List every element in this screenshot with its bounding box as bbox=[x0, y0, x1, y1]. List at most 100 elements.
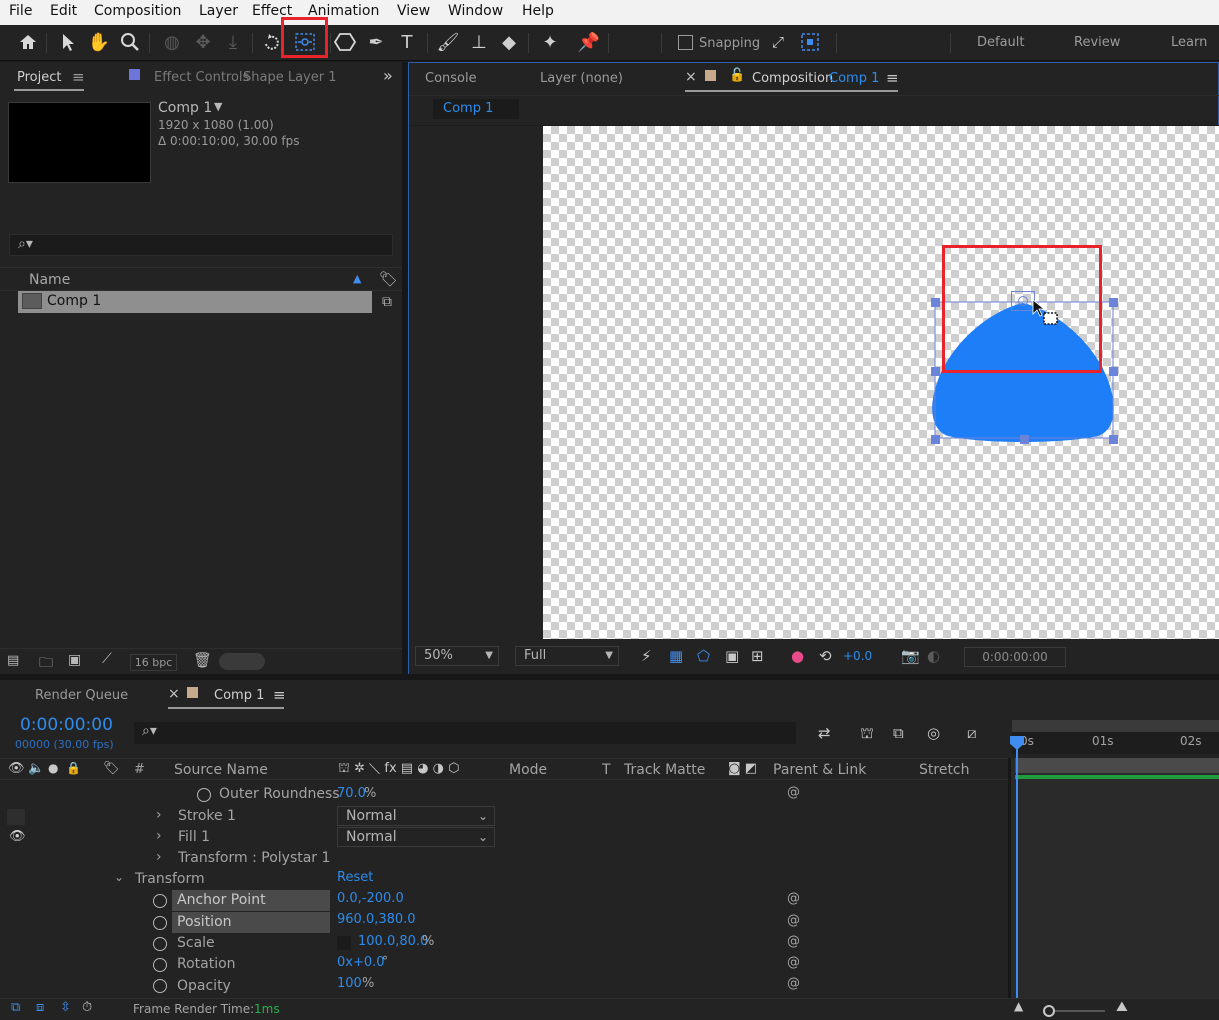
workspace-review[interactable]: Review bbox=[1074, 35, 1120, 50]
solo-icon[interactable]: ● bbox=[48, 761, 58, 775]
stopwatch-icon[interactable] bbox=[153, 979, 167, 993]
stopwatch-icon[interactable] bbox=[153, 916, 167, 930]
fill-mode-select[interactable]: Normal ⌄ bbox=[337, 827, 495, 847]
hand-tool-icon[interactable]: ✋ bbox=[87, 30, 111, 54]
column-stretch[interactable]: Stretch bbox=[919, 762, 970, 778]
zoom-slider-handle[interactable] bbox=[1043, 1005, 1055, 1017]
column-mode[interactable]: Mode bbox=[509, 762, 547, 778]
workspace-learn[interactable]: Learn bbox=[1171, 35, 1207, 50]
brush-tool-icon[interactable]: 🖌 bbox=[436, 30, 460, 54]
expression-pickwhip-icon[interactable]: @ bbox=[787, 891, 800, 906]
type-tool-icon[interactable]: T bbox=[395, 30, 419, 54]
column-name[interactable]: Name bbox=[29, 272, 70, 288]
new-folder-icon[interactable]: 🗀 bbox=[39, 652, 53, 676]
zoom-slider-track[interactable] bbox=[1055, 1010, 1105, 1012]
tab-project[interactable]: Project bbox=[17, 70, 61, 85]
flowchart-icon[interactable]: ⧉ bbox=[382, 294, 392, 310]
expression-pickwhip-icon[interactable]: @ bbox=[787, 913, 800, 928]
timeline-track-area[interactable] bbox=[1011, 758, 1219, 998]
adjustment-icon[interactable]: ⟋ bbox=[102, 651, 112, 667]
value-outer-roundness[interactable]: 70.0 bbox=[337, 786, 366, 801]
new-composition-icon[interactable]: ▣ bbox=[68, 652, 81, 668]
stopwatch-icon[interactable] bbox=[153, 937, 167, 951]
expand-chevron-icon[interactable]: › bbox=[156, 828, 162, 844]
trash-icon[interactable]: 🗑 bbox=[193, 651, 212, 669]
column-track-matte[interactable]: Track Matte bbox=[624, 762, 705, 778]
stopwatch-icon[interactable] bbox=[197, 788, 211, 802]
tab-composition-name[interactable]: Comp 1 bbox=[829, 71, 879, 86]
audio-icon[interactable]: 🔈 bbox=[28, 761, 44, 776]
expression-pickwhip-icon[interactable]: @ bbox=[787, 976, 800, 991]
tab-effect-controls[interactable]: Effect Controls bbox=[154, 70, 249, 85]
column-parent-link[interactable]: Parent & Link bbox=[773, 762, 866, 778]
value-rotation[interactable]: 0x+0.0 bbox=[337, 955, 385, 970]
eye-icon[interactable]: 👁 bbox=[9, 829, 26, 844]
reset-exposure-icon[interactable]: ⟲ bbox=[819, 647, 832, 665]
composition-mini-flowchart-icon[interactable]: ⇄ bbox=[818, 724, 831, 742]
timeline-menu-icon[interactable]: ≡ bbox=[273, 686, 286, 704]
zoom-tool-icon[interactable] bbox=[118, 30, 142, 54]
snap-features-icon[interactable] bbox=[798, 30, 822, 54]
transform-handle[interactable] bbox=[1109, 435, 1118, 444]
layer-switches-icon[interactable]: ⛫ ✲ ⟍ fx ▤ ◕ ◑ ⬡ bbox=[338, 761, 460, 778]
menu-view[interactable]: View bbox=[397, 3, 430, 19]
transfer-controls-icon[interactable]: ⧈ bbox=[36, 1000, 44, 1015]
value-anchor-point[interactable]: 0.0,-200.0 bbox=[337, 891, 404, 906]
breadcrumb[interactable]: Comp 1 bbox=[433, 99, 519, 119]
camera-icon[interactable]: 📷 bbox=[901, 647, 920, 665]
roto-brush-icon[interactable]: ✦ bbox=[538, 30, 562, 54]
comp-viewer-canvas[interactable] bbox=[543, 126, 1219, 639]
transform-handle[interactable] bbox=[1109, 367, 1118, 376]
dolly-camera-icon[interactable]: ⤓ bbox=[221, 30, 245, 54]
work-area-bar[interactable] bbox=[1012, 720, 1219, 732]
interpret-footage-icon[interactable]: ▤ bbox=[7, 653, 19, 668]
clone-stamp-icon[interactable]: ⊥ bbox=[467, 30, 491, 54]
tab-render-queue[interactable]: Render Queue bbox=[35, 688, 128, 703]
home-icon[interactable] bbox=[16, 30, 40, 54]
layer-switches-toggle-icon[interactable]: ⧉ bbox=[11, 1000, 20, 1015]
value-opacity[interactable]: 100 bbox=[337, 976, 362, 991]
video-visibility-icon[interactable]: 👁 bbox=[8, 761, 25, 776]
project-search-input[interactable]: ⌕▾ bbox=[9, 234, 393, 256]
visibility-toggle[interactable] bbox=[7, 809, 25, 825]
transform-handle[interactable] bbox=[1020, 435, 1029, 444]
shape-tool-icon[interactable] bbox=[333, 30, 357, 54]
close-tab-icon[interactable]: × bbox=[685, 69, 697, 85]
transform-handle[interactable] bbox=[1109, 298, 1118, 307]
zoom-in-icon[interactable]: ⛰ bbox=[1116, 999, 1128, 1015]
orbit-camera-icon[interactable]: ◍ bbox=[160, 30, 184, 54]
transform-handle[interactable] bbox=[931, 298, 940, 307]
show-snapshot-icon[interactable]: ◐ bbox=[927, 647, 940, 665]
expression-pickwhip-icon[interactable]: @ bbox=[787, 934, 800, 949]
expression-pickwhip-icon[interactable]: @ bbox=[787, 955, 800, 970]
tab-console[interactable]: Console bbox=[425, 71, 477, 86]
layer-bar-selected[interactable] bbox=[1015, 758, 1219, 773]
stroke-mode-select[interactable]: Normal ⌄ bbox=[337, 806, 495, 826]
menu-composition[interactable]: Composition bbox=[94, 3, 181, 19]
collapse-chevron-icon[interactable]: ⌄ bbox=[114, 870, 124, 884]
snapping-checkbox[interactable] bbox=[678, 35, 693, 50]
thumbnail-slider[interactable] bbox=[219, 653, 265, 670]
draft-3d-icon[interactable]: ⛫ bbox=[860, 724, 874, 744]
graph-editor-icon[interactable]: ⧄ bbox=[967, 724, 977, 742]
pen-tool-icon[interactable]: ✒ bbox=[364, 30, 388, 54]
frame-blending-icon[interactable]: ⧉ bbox=[893, 724, 904, 742]
value-scale[interactable]: 100.0,80.0 bbox=[358, 934, 428, 949]
transform-reset-link[interactable]: Reset bbox=[337, 870, 373, 885]
selection-tool-icon[interactable] bbox=[56, 30, 80, 54]
exposure-value[interactable]: +0.0 bbox=[843, 649, 872, 663]
bit-depth-button[interactable]: 16 bpc bbox=[130, 654, 177, 671]
color-channels-icon[interactable]: ● bbox=[791, 647, 804, 665]
timeline-search-input[interactable]: ⌕▾ bbox=[134, 722, 796, 744]
expand-chevron-icon[interactable]: › bbox=[156, 807, 162, 823]
lock-icon[interactable]: 🔒 bbox=[66, 761, 81, 775]
menu-window[interactable]: Window bbox=[448, 3, 503, 19]
transform-handle[interactable] bbox=[931, 435, 940, 444]
pan-camera-icon[interactable]: ✥ bbox=[191, 30, 215, 54]
workspace-default[interactable]: Default bbox=[977, 35, 1025, 50]
transform-handle[interactable] bbox=[931, 367, 940, 376]
guides-icon[interactable]: ⊞ bbox=[751, 647, 764, 665]
time-ruler[interactable]: 0s 01s 02s bbox=[1012, 732, 1219, 754]
snap-edges-icon[interactable]: ⤢ bbox=[766, 30, 790, 54]
chevron-down-icon[interactable]: ▼ bbox=[214, 100, 222, 113]
